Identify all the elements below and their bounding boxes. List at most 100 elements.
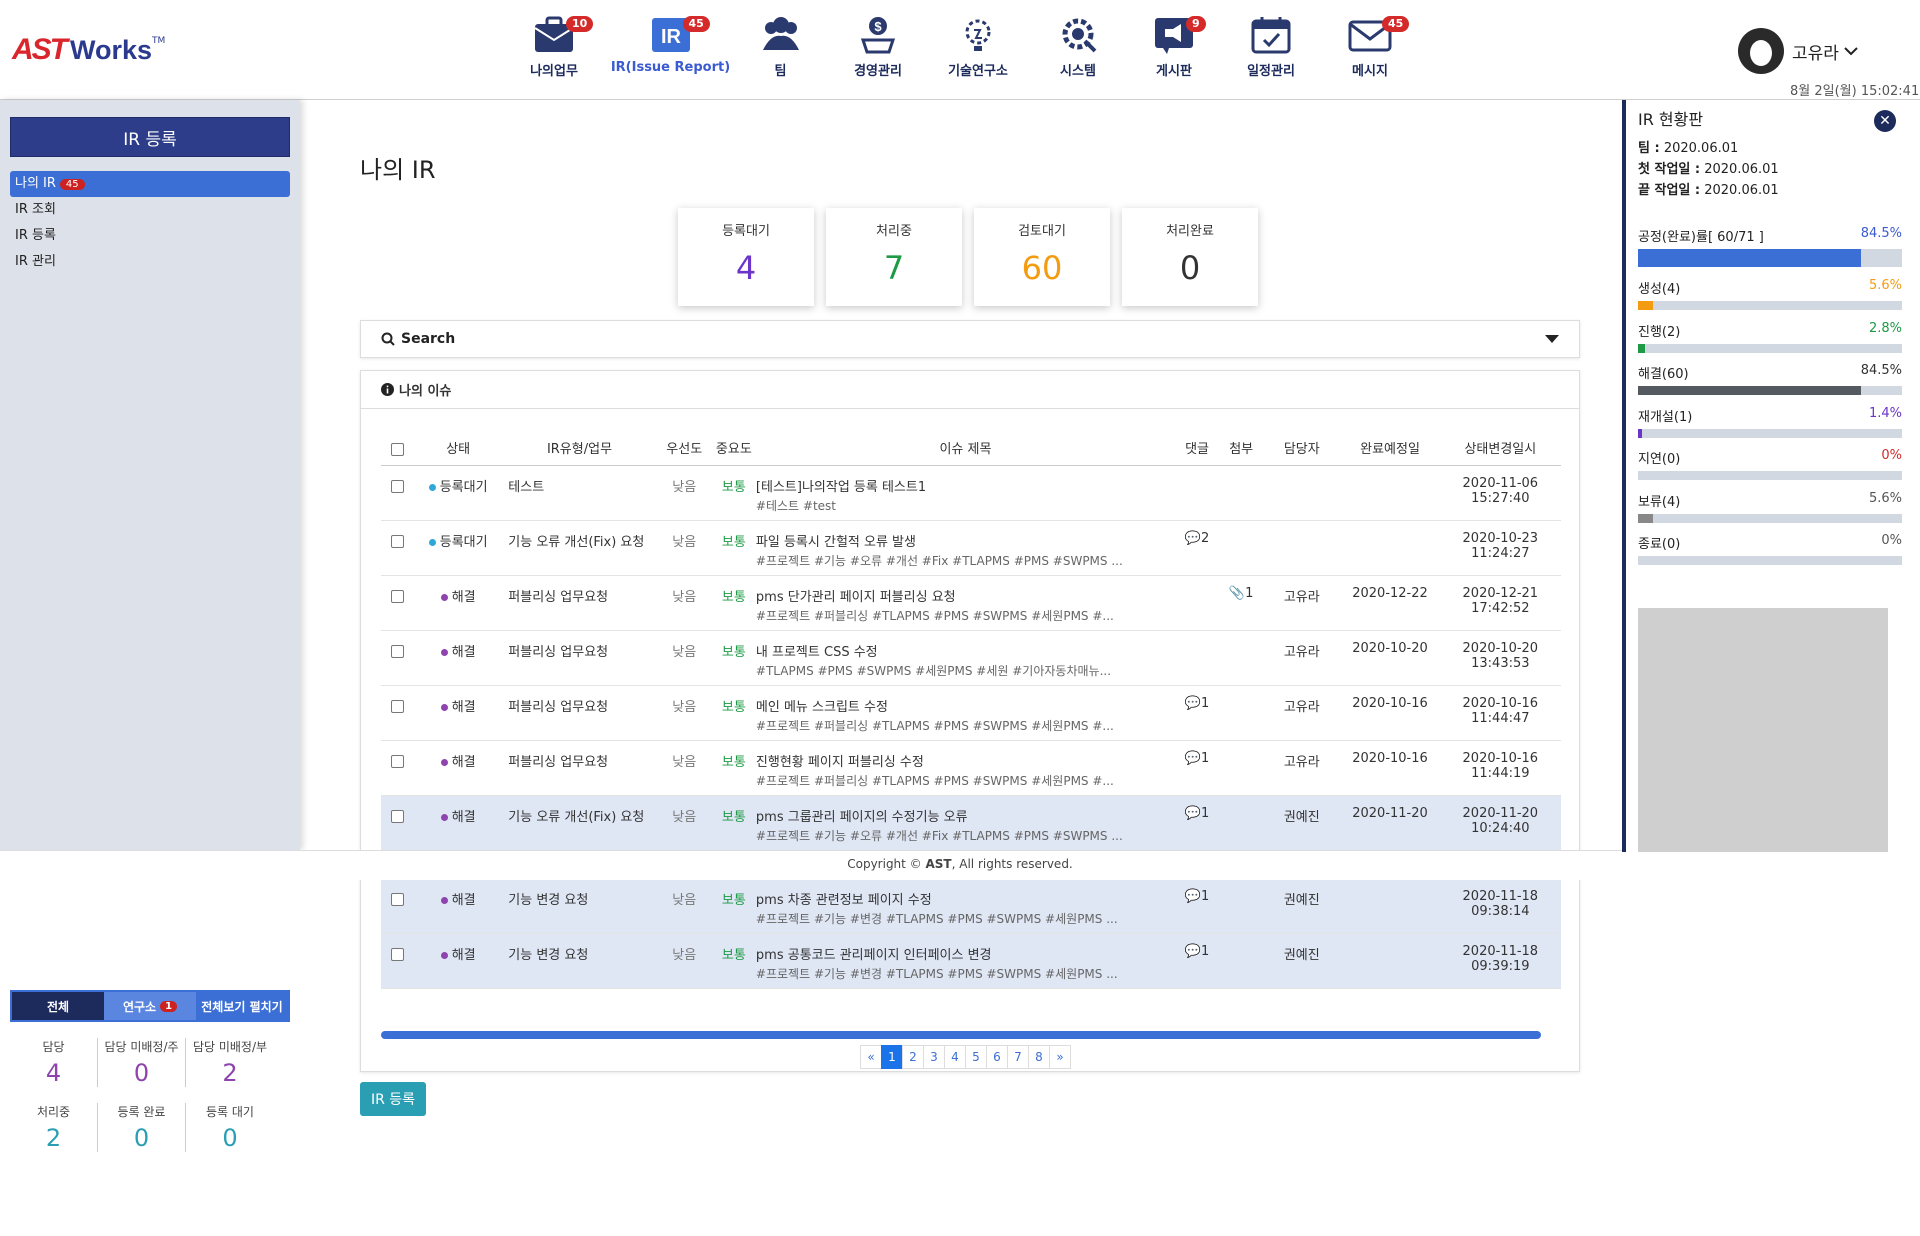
type-cell: 퍼블리싱 업무요청	[502, 575, 657, 631]
title-cell: 메인 메뉴 스크립트 수정 #프로젝트 #퍼블리싱 #TLAPMS #PMS #S…	[755, 685, 1175, 741]
status-card-2[interactable]: 검토대기 60	[974, 208, 1110, 306]
issue-title[interactable]: 메인 메뉴 스크립트 수정	[756, 696, 1175, 715]
priority-cell: 낮음	[656, 630, 712, 686]
first-work-value: 2020.06.01	[1704, 162, 1779, 177]
issue-title[interactable]: pms 차종 관련정보 페이지 수정	[756, 889, 1175, 908]
footer-copyright: Copyright ©	[847, 857, 926, 871]
table-row[interactable]: 해결 퍼블리싱 업무요청 낮음 보통 내 프로젝트 CSS 수정 #TLAPMS #PMS…	[381, 630, 1561, 686]
status-cell: 해결	[414, 933, 503, 989]
table-row[interactable]: 해결 퍼블리싱 업무요청 낮음 보통 pms 단가관리 페이지 퍼블리싱 요청 #프로젝트…	[381, 575, 1561, 631]
nav-item-7[interactable]: 일정관리	[1220, 12, 1322, 79]
table-row[interactable]: 해결 퍼블리싱 업무요청 낮음 보통 진행현황 페이지 퍼블리싱 수정 #프로젝트 #퍼블…	[381, 740, 1561, 796]
stats-tab-1[interactable]: 연구소 1	[104, 992, 196, 1020]
nav-item-2[interactable]: 팀	[733, 12, 828, 79]
nav-item-8[interactable]: 45 메시지	[1322, 12, 1418, 79]
page-link[interactable]: 1	[881, 1045, 903, 1069]
nav-item-0[interactable]: 10 나의업무	[500, 12, 608, 79]
status-bar-fill	[1638, 343, 1646, 353]
status-card-3[interactable]: 처리완료 0	[1122, 208, 1258, 306]
issue-title[interactable]: [테스트]나의작업 등록 테스트1	[756, 476, 1175, 495]
ast-works-logo[interactable]: AST Works TM	[12, 30, 165, 70]
table-row[interactable]: 해결 퍼블리싱 업무요청 낮음 보통 메인 메뉴 스크립트 수정 #프로젝트 #퍼블리싱 …	[381, 685, 1561, 741]
table-row[interactable]: 해결 기능 오류 개선(Fix) 요청 낮음 보통 pms 그룹관리 페이지의 수정기능…	[381, 795, 1561, 851]
page-link[interactable]: 5	[965, 1045, 987, 1069]
issue-title[interactable]: 진행현황 페이지 퍼블리싱 수정	[756, 751, 1175, 770]
page-link[interactable]: 3	[923, 1045, 945, 1069]
due-cell	[1340, 878, 1440, 934]
table-row[interactable]: 등록대기 테스트 낮음 보통 [테스트]나의작업 등록 테스트1 #테스트 #test 20…	[381, 465, 1561, 521]
chevron-down-icon	[1844, 47, 1858, 56]
sidebar-item-1[interactable]: IR 조회	[10, 197, 290, 223]
status-text: 해결	[451, 809, 476, 825]
stats-tab-2[interactable]: 전체보기 펼치기	[196, 992, 288, 1020]
status-bar-fill	[1638, 428, 1642, 438]
row-checkbox[interactable]	[391, 589, 405, 603]
horizontal-scrollbar[interactable]	[381, 1031, 1541, 1039]
issue-tags: #프로젝트 #기능 #오류 #개선 #Fix #TLAPMS #PMS #SWP…	[755, 553, 1123, 568]
ir-register-button[interactable]: IR 등록	[360, 1082, 426, 1116]
sidebar-item-3[interactable]: IR 관리	[10, 249, 290, 275]
table-row[interactable]: 해결 기능 변경 요청 낮음 보통 pms 공통코드 관리페이지 인터페이스 변경 #프로…	[381, 933, 1561, 989]
status-dot-icon	[428, 483, 436, 491]
nav-badge: 45	[682, 16, 710, 32]
title-cell: pms 그룹관리 페이지의 수정기능 오류 #프로젝트 #기능 #오류 #개선 #…	[755, 795, 1175, 851]
nav-item-6[interactable]: 9 게시판	[1128, 12, 1220, 79]
row-checkbox[interactable]	[391, 479, 405, 493]
select-all-checkbox[interactable]	[391, 443, 405, 457]
page-link[interactable]: 4	[944, 1045, 966, 1069]
issue-title[interactable]: pms 단가관리 페이지 퍼블리싱 요청	[756, 586, 1175, 605]
date-cell: 2020-10-23 11:24:27	[1439, 520, 1561, 576]
nav-item-4[interactable]: 기술연구소	[928, 12, 1028, 79]
comment-icon: 💬	[1184, 805, 1201, 821]
status-card-label: 처리중	[876, 224, 912, 239]
row-checkbox[interactable]	[391, 892, 405, 906]
priority-cell: 낮음	[656, 795, 712, 851]
page-link[interactable]: 8	[1028, 1045, 1050, 1069]
user-menu[interactable]: 고유라	[1738, 28, 1858, 74]
nav-item-1[interactable]: IR 45 IR(Issue Report)	[608, 12, 733, 79]
page-link[interactable]: 2	[902, 1045, 924, 1069]
search-toggle[interactable]: Search	[360, 320, 1580, 358]
row-checkbox[interactable]	[391, 534, 405, 548]
stat-value: 0	[133, 1124, 150, 1152]
status-text: 해결	[451, 699, 476, 715]
page-link[interactable]: 6	[986, 1045, 1008, 1069]
comment-count: 2	[1200, 530, 1210, 546]
status-card-1[interactable]: 처리중 7	[826, 208, 962, 306]
table-row[interactable]: 등록대기 기능 오류 개선(Fix) 요청 낮음 보통 파일 등록시 간헐적 오류 발생…	[381, 520, 1561, 576]
issue-title[interactable]: 파일 등록시 간헐적 오류 발생	[756, 531, 1175, 550]
issue-title[interactable]: pms 공통코드 관리페이지 인터페이스 변경	[756, 944, 1175, 963]
status-dot-icon	[440, 593, 448, 601]
importance-cell: 보통	[711, 465, 756, 521]
nav-item-label: IR(Issue Report)	[610, 60, 731, 75]
attach-cell	[1219, 795, 1264, 851]
status-bar-4: 재개설(1) 1.4%	[1638, 406, 1902, 438]
assignee-cell	[1263, 520, 1341, 576]
sidebar-item-0[interactable]: 나의 IR 45	[10, 171, 290, 197]
comment-icon: 💬	[1184, 695, 1201, 711]
issue-title[interactable]: 내 프로젝트 CSS 수정	[756, 641, 1175, 660]
assignee-cell: 권예진	[1263, 795, 1341, 851]
nav-item-5[interactable]: 시스템	[1028, 12, 1128, 79]
page-link[interactable]: «	[860, 1045, 882, 1069]
row-checkbox[interactable]	[391, 809, 405, 823]
logo-tm-text: TM	[152, 36, 166, 46]
close-icon[interactable]: ✕	[1874, 110, 1896, 132]
page-link[interactable]: »	[1049, 1045, 1071, 1069]
nav-item-3[interactable]: $ 경영관리	[828, 12, 928, 79]
issue-title[interactable]: pms 그룹관리 페이지의 수정기능 오류	[756, 806, 1175, 825]
row-checkbox[interactable]	[391, 947, 405, 961]
status-card-0[interactable]: 등록대기 4	[678, 208, 814, 306]
status-change-date: 2020-10-16	[1462, 750, 1539, 766]
row-checkbox[interactable]	[391, 644, 405, 658]
page-link[interactable]: 7	[1007, 1045, 1029, 1069]
sidebar-item-2[interactable]: IR 등록	[10, 223, 290, 249]
assignee-cell: 고유라	[1263, 685, 1341, 741]
row-checkbox[interactable]	[391, 754, 405, 768]
status-card-value: 0	[1179, 249, 1201, 287]
table-row[interactable]: 해결 기능 변경 요청 낮음 보통 pms 차종 관련정보 페이지 수정 #프로젝트 #기…	[381, 878, 1561, 934]
stats-tab-0[interactable]: 전체	[12, 992, 104, 1020]
stats-row-2: 처리중 2 등록 완료 0 등록 대기 0	[10, 1103, 290, 1152]
status-bar-percent: 84.5%	[1860, 226, 1902, 241]
row-checkbox[interactable]	[391, 699, 405, 713]
